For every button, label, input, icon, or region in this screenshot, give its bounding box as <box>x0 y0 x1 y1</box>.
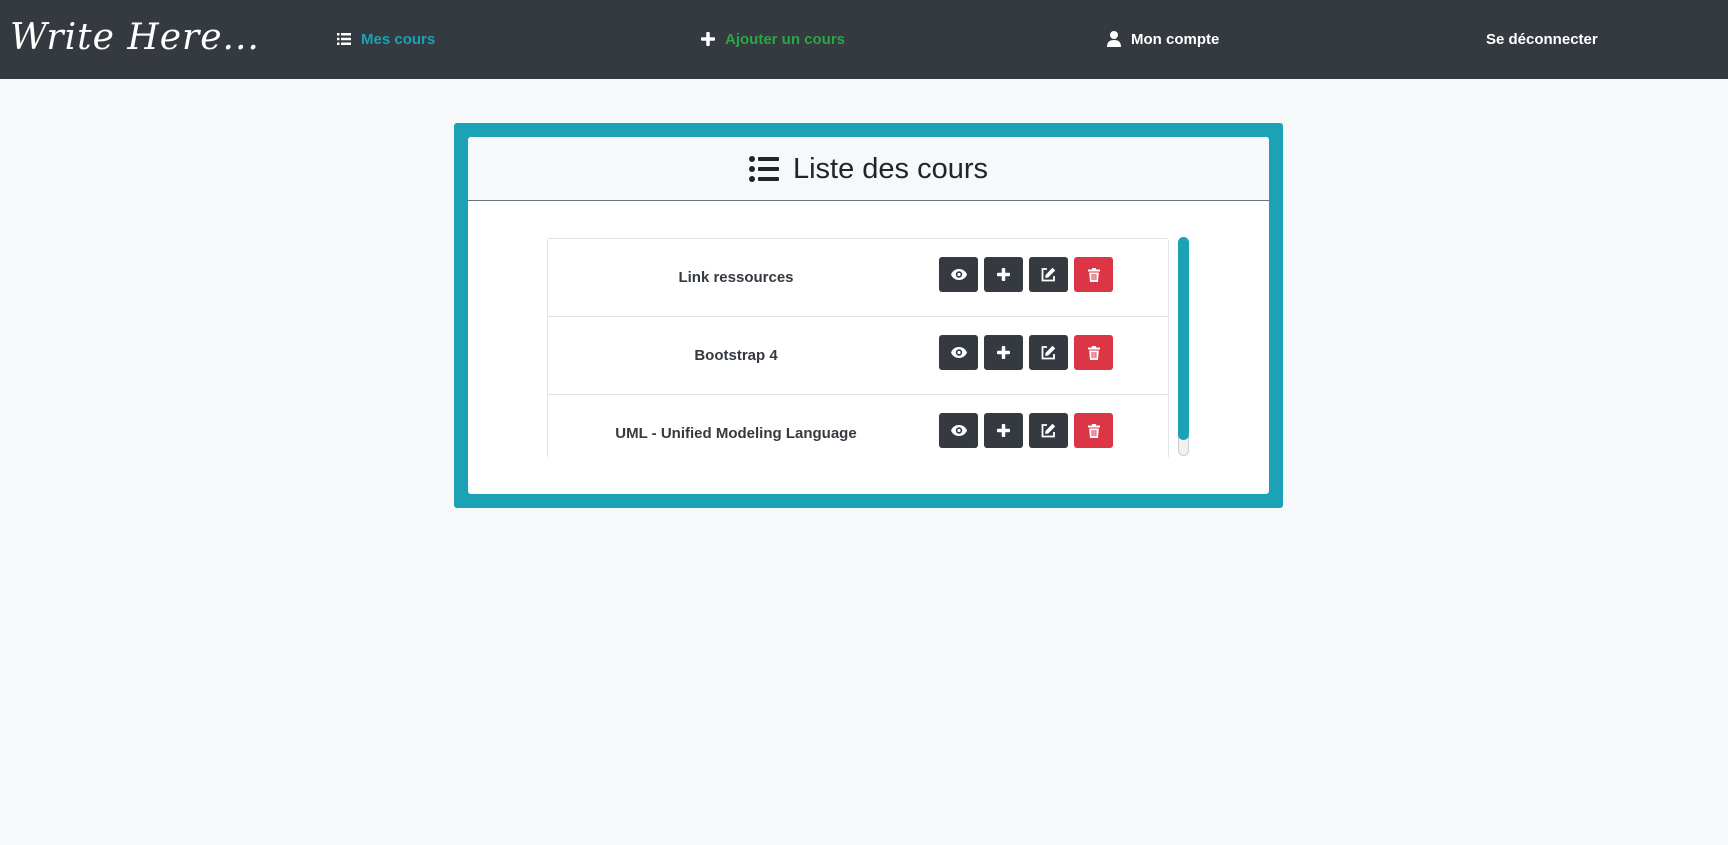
edit-course-button[interactable] <box>1029 257 1068 292</box>
course-row: UML - Unified Modeling Language <box>548 395 1168 457</box>
nav-ajouter-cours[interactable]: Ajouter un cours <box>700 28 845 50</box>
course-name: Bootstrap 4 <box>694 347 778 364</box>
nav-mon-compte[interactable]: Mon compte <box>1106 28 1219 50</box>
trash-icon <box>1087 345 1100 360</box>
nav-ajouter-cours-label: Ajouter un cours <box>725 30 846 48</box>
trash-icon <box>1087 423 1100 438</box>
course-name: Link ressources <box>678 269 794 286</box>
nav-se-deconnecter[interactable]: Se déconnecter <box>1486 28 1598 50</box>
delete-course-button[interactable] <box>1074 257 1113 292</box>
eye-icon <box>950 347 967 358</box>
course-list-card: Liste des cours Link ressources Bootstra… <box>468 137 1269 494</box>
delete-course-button[interactable] <box>1074 413 1113 448</box>
plus-icon <box>997 268 1010 281</box>
card-header: Liste des cours <box>468 137 1269 201</box>
list-icon <box>336 31 352 47</box>
edit-course-button[interactable] <box>1029 413 1068 448</box>
course-row: Link ressources <box>548 239 1168 317</box>
edit-icon <box>1041 423 1056 438</box>
top-navbar: Write Here... Mes cours Ajouter un cours <box>0 0 1728 79</box>
course-row: Bootstrap 4 <box>548 317 1168 395</box>
list-scrollbar-thumb[interactable] <box>1178 237 1189 440</box>
brand-logo[interactable]: Write Here... <box>10 14 260 62</box>
eye-icon <box>950 425 967 436</box>
nav-mes-cours[interactable]: Mes cours <box>336 28 435 50</box>
course-name: UML - Unified Modeling Language <box>615 425 857 442</box>
add-to-course-button[interactable] <box>984 257 1023 292</box>
nav-mes-cours-label: Mes cours <box>361 30 436 48</box>
course-actions <box>939 335 1113 370</box>
page-title: Liste des cours <box>792 152 989 185</box>
eye-icon <box>950 269 967 280</box>
plus-icon <box>997 346 1010 359</box>
user-icon <box>1106 31 1122 47</box>
plus-icon <box>997 424 1010 437</box>
nav-se-deconnecter-label: Se déconnecter <box>1486 30 1598 48</box>
view-course-button[interactable] <box>939 335 978 370</box>
edit-icon <box>1041 267 1056 282</box>
plus-icon <box>700 31 716 47</box>
add-to-course-button[interactable] <box>984 413 1023 448</box>
delete-course-button[interactable] <box>1074 335 1113 370</box>
trash-icon <box>1087 267 1100 282</box>
course-actions <box>939 257 1113 292</box>
nav-mon-compte-label: Mon compte <box>1131 30 1220 48</box>
view-course-button[interactable] <box>939 413 978 448</box>
course-list-viewport[interactable]: Link ressources Bootstrap 4 UML - Unifie… <box>547 238 1169 457</box>
edit-icon <box>1041 345 1056 360</box>
course-list: Link ressources Bootstrap 4 UML - Unifie… <box>547 238 1169 457</box>
course-actions <box>939 413 1113 448</box>
view-course-button[interactable] <box>939 257 978 292</box>
add-to-course-button[interactable] <box>984 335 1023 370</box>
list-icon <box>748 155 779 183</box>
course-list-frame: Liste des cours Link ressources Bootstra… <box>454 123 1283 508</box>
edit-course-button[interactable] <box>1029 335 1068 370</box>
